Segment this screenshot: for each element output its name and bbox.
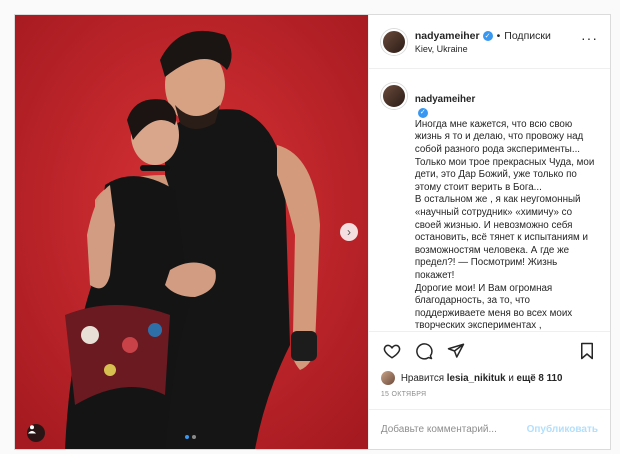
comment-icon[interactable] — [413, 340, 435, 362]
post-side-panel: nadyameiher ✓ • Подписки Kiev, Ukraine ·… — [367, 15, 610, 449]
comment-box: Добавьте комментарий... Опубликовать — [368, 409, 610, 449]
header-separator: • — [496, 29, 501, 42]
chevron-right-icon: › — [347, 225, 351, 239]
verified-badge-icon: ✓ — [482, 30, 493, 41]
post-header: nadyameiher ✓ • Подписки Kiev, Ukraine ·… — [368, 15, 610, 69]
instagram-post: › nadyameiher ✓ • Подписки Kiev, Ukraine… — [14, 14, 611, 450]
publish-button[interactable]: Опубликовать — [527, 424, 598, 435]
post-date[interactable]: 15 ОКТЯБРЯ — [369, 387, 610, 409]
header-username[interactable]: nadyameiher — [415, 30, 480, 42]
user-tag-button[interactable] — [27, 424, 45, 442]
location-link[interactable]: Kiev, Ukraine — [415, 44, 551, 54]
carousel-dot-active — [185, 435, 189, 439]
post-caption: nadyameiher ✓ Иногда мне кажется, что вс… — [369, 69, 610, 331]
likes-prefix: Нравится — [400, 372, 445, 384]
follow-button[interactable]: Подписки — [504, 30, 551, 42]
heart-icon[interactable] — [381, 340, 403, 362]
avatar[interactable] — [380, 28, 407, 55]
liker-username[interactable]: lesia_nikituk — [447, 373, 506, 384]
bookmark-icon[interactable] — [576, 340, 598, 362]
caption-avatar[interactable] — [380, 83, 407, 109]
post-photo[interactable]: › — [15, 15, 368, 449]
liker-avatar[interactable] — [380, 371, 395, 385]
carousel-dot — [192, 435, 196, 439]
caption-text: Иногда мне кажется, что всю свою жизнь я… — [414, 118, 595, 331]
share-icon[interactable] — [445, 340, 467, 362]
user-tag-icon — [28, 425, 36, 434]
comment-input[interactable]: Добавьте комментарий... — [381, 424, 527, 435]
next-photo-button[interactable]: › — [340, 223, 358, 241]
likes-count[interactable]: ещё 8 110 — [517, 373, 563, 384]
likes-row: Нравится lesia_nikituk и ещё 8 110 — [369, 369, 610, 387]
likes-middle: и — [508, 372, 514, 384]
caption-username[interactable]: nadyameiher — [415, 94, 475, 105]
more-icon[interactable]: ··· — [581, 31, 598, 45]
caption-verified-badge-icon: ✓ — [417, 108, 428, 119]
carousel-indicator — [185, 435, 196, 439]
photo-illustration — [15, 15, 368, 449]
action-bar — [368, 331, 610, 369]
